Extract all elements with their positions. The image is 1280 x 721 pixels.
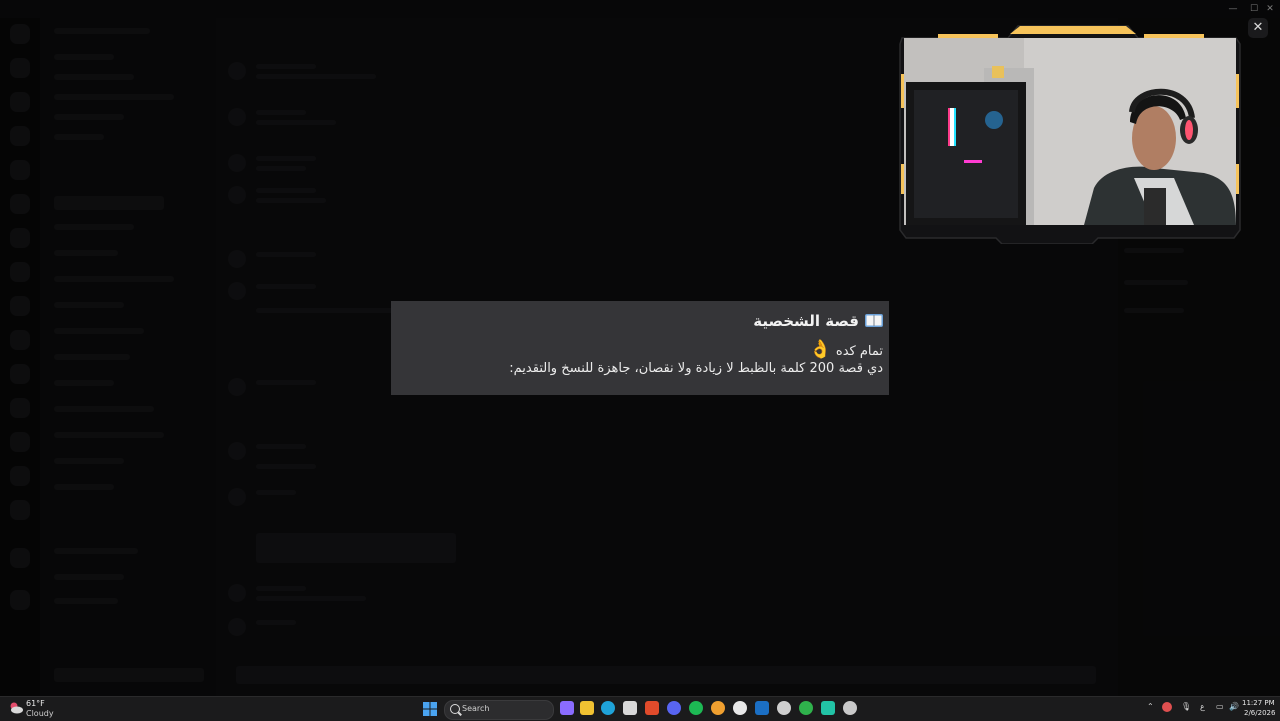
windows-start-icon[interactable] — [422, 701, 438, 717]
preview-line-1-text: تمام كده — [835, 344, 883, 359]
app-icon[interactable] — [821, 701, 835, 715]
preview-title: قصة الشخصية — [753, 312, 883, 330]
copilot-app-icon[interactable] — [560, 701, 574, 715]
xbox-app-icon[interactable] — [799, 701, 813, 715]
taskbar: 61°F Cloudy Search ⌃ 🎙 ع ▭ 🔊 11:27 PM 2/… — [0, 696, 1280, 721]
ok-hand-icon: 👌 — [809, 339, 832, 360]
expanded-message-preview: قصة الشخصية تمام كده 👌 دي قصة 200 كلمة ب… — [391, 301, 889, 395]
taskbar-search[interactable]: Search — [444, 700, 554, 720]
language-indicator[interactable]: ع — [1200, 702, 1205, 711]
weather-temperature[interactable]: 61°F — [26, 699, 45, 708]
clock-date[interactable]: 2/6/2026 — [1244, 709, 1275, 717]
settings-app-icon[interactable] — [777, 701, 791, 715]
search-icon — [450, 704, 460, 714]
search-label: Search — [462, 704, 490, 713]
weather-condition[interactable]: Cloudy — [26, 709, 54, 718]
chrome-app-icon[interactable] — [843, 701, 857, 715]
volume-icon[interactable]: 🔊 — [1229, 702, 1239, 711]
cloud-app-icon[interactable] — [711, 701, 725, 715]
webcam-video — [904, 38, 1236, 225]
discord-app-icon[interactable] — [667, 701, 681, 715]
tray-app-icon[interactable] — [1162, 702, 1172, 712]
store-app-icon[interactable] — [623, 701, 637, 715]
webcam-scene — [904, 38, 1236, 225]
steam-app-icon[interactable] — [755, 701, 769, 715]
file-explorer-icon[interactable] — [580, 701, 594, 715]
tray-overflow-icon[interactable]: ⌃ — [1147, 702, 1154, 711]
spotify-app-icon[interactable] — [689, 701, 703, 715]
close-lightbox-button[interactable]: ✕ — [1248, 18, 1268, 38]
brave-browser-icon[interactable] — [645, 701, 659, 715]
preview-line-1: تمام كده 👌 — [807, 339, 883, 360]
cloudy-weather-icon[interactable] — [8, 700, 24, 716]
edge-browser-icon[interactable] — [601, 701, 615, 715]
clock-time[interactable]: 11:27 PM — [1242, 699, 1275, 707]
microphone-icon[interactable]: 🎙 — [1181, 702, 1191, 711]
preview-title-text: قصة الشخصية — [753, 312, 859, 330]
obs-app-icon[interactable] — [733, 701, 747, 715]
open-book-icon — [865, 314, 883, 327]
network-icon[interactable]: ▭ — [1216, 702, 1224, 711]
preview-line-2: دي قصة 200 كلمة بالظبط لا زيادة ولا نقصا… — [509, 361, 883, 376]
